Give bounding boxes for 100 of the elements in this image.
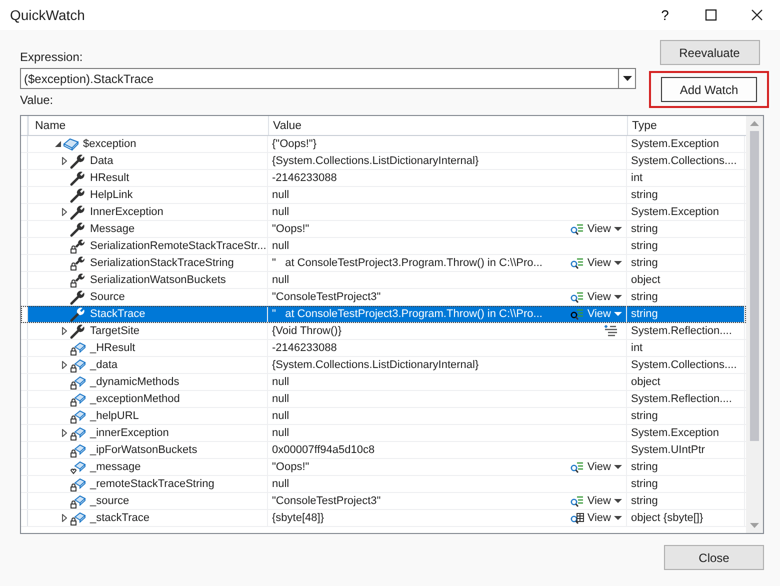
variable-name: Source (90, 290, 125, 304)
field-icon (70, 460, 86, 474)
selected-row[interactable]: StackTrace " at ConsoleTestProject3.Program.Throw() in C:\\Pro... View string (21, 306, 746, 323)
text-visualizer-icon (570, 462, 584, 472)
variable-value: null (272, 375, 290, 389)
variable-value: null (272, 205, 290, 219)
variable-type: string (631, 409, 658, 423)
variable-type: System.Reflection.... (631, 324, 732, 338)
expand-arrow-icon[interactable] (62, 157, 67, 165)
variable-name: SerializationWatsonBuckets (90, 273, 226, 287)
variable-name: HResult (90, 171, 130, 185)
maximize-icon (705, 9, 717, 21)
dropdown-caret-icon (614, 227, 622, 231)
variable-value: {System.Collections.ListDictionaryInternal} (272, 358, 479, 372)
text-visualizer-icon (570, 308, 584, 320)
dropdown-caret-icon (614, 516, 622, 520)
variable-type: object (631, 273, 660, 287)
variable-value: null (272, 188, 290, 202)
variable-value: -2146233088 (272, 171, 337, 185)
collapse-arrow-icon[interactable] (54, 141, 60, 147)
variable-name: $exception (83, 137, 136, 151)
locked-field-icon (70, 408, 86, 424)
locked-field-icon (70, 340, 86, 356)
locked-wrench-icon (70, 256, 85, 270)
expand-arrow-icon[interactable] (62, 514, 67, 522)
view-button[interactable]: View (570, 511, 622, 525)
view-button[interactable]: View (570, 222, 622, 236)
object-icon (63, 137, 79, 151)
expand-arrow-icon[interactable] (62, 361, 67, 369)
view-button[interactable]: View (570, 290, 622, 304)
variable-type: string (631, 222, 658, 236)
dropdown-caret-icon (614, 465, 622, 469)
column-header[interactable]: Name (28, 116, 268, 135)
variable-name: _dynamicMethods (90, 375, 180, 389)
wrench-icon (70, 306, 85, 322)
variable-value: {Void Throw()} (272, 324, 342, 338)
expand-arrow-icon[interactable] (62, 208, 67, 216)
wrench-icon (70, 188, 85, 202)
variable-name: _stackTrace (90, 511, 150, 525)
variable-name: HelpLink (90, 188, 133, 202)
variable-type: System.Exception (631, 426, 720, 440)
column-header[interactable]: Value (268, 116, 627, 135)
locked-field-icon (70, 510, 86, 526)
dropdown-caret-icon (614, 261, 622, 265)
expand-arrow-icon[interactable] (62, 327, 67, 335)
value-label: Value: (20, 92, 54, 109)
list-icon[interactable] (604, 325, 618, 337)
locked-wrench-icon (70, 272, 85, 288)
dropdown-caret-icon (614, 499, 622, 503)
variable-type: System.UIntPtr (631, 443, 705, 457)
close-icon (751, 9, 763, 21)
variable-name: InnerException (90, 205, 164, 219)
help-button[interactable]: ? (642, 0, 688, 30)
expression-combo-box[interactable]: ($exception).StackTrace (20, 68, 636, 89)
variable-name: _HResult (90, 341, 136, 355)
variable-type: string (631, 494, 658, 508)
variable-name: TargetSite (90, 324, 140, 338)
wrench-icon (70, 204, 85, 220)
view-button[interactable]: View (570, 494, 622, 508)
variable-type: System.Exception (631, 205, 720, 219)
variable-value: {sbyte[48]} (272, 511, 324, 525)
variable-value: null (272, 239, 290, 253)
close-dialog-button[interactable]: Close (664, 545, 764, 570)
locked-field-icon (70, 392, 86, 406)
variable-type: object (631, 375, 660, 389)
locked-wrench-icon (70, 238, 85, 254)
variable-name: _source (90, 494, 130, 508)
variable-type: string (631, 307, 658, 321)
variable-value: 0x00007ff94a5d10c8 (272, 443, 375, 457)
variable-value: "Oops!" (272, 460, 310, 474)
variable-name: _ipForWatsonBuckets (90, 443, 198, 457)
variable-value: null (272, 392, 290, 406)
reevaluate-button[interactable]: Reevaluate (660, 40, 760, 65)
expand-arrow-icon[interactable] (62, 429, 67, 437)
wrench-icon (70, 222, 85, 236)
variable-type: object {sbyte[]} (631, 511, 704, 525)
variable-value: -2146233088 (272, 341, 337, 355)
variable-name: _remoteStackTraceString (90, 477, 214, 491)
locked-field-icon (70, 494, 86, 508)
variable-type: string (631, 290, 658, 304)
variable-name: Data (90, 154, 114, 168)
add-watch-button[interactable]: Add Watch (661, 77, 757, 102)
dropdown-caret-icon (614, 295, 622, 299)
variable-type: int (631, 171, 643, 185)
view-button[interactable]: View (570, 307, 622, 321)
variable-type: System.Exception (631, 137, 720, 151)
view-button[interactable]: View (570, 460, 622, 474)
variable-value: null (272, 273, 290, 287)
variable-type: System.Reflection.... (631, 392, 732, 406)
variable-type: string (631, 188, 658, 202)
text-visualizer-icon (570, 258, 584, 268)
variable-value: " at ConsoleTestProject3.Program.Throw() in C:\\Pro... (272, 307, 542, 321)
variable-value: {System.Collections.ListDictionaryInternal} (272, 154, 479, 168)
dropdown-caret-icon (614, 312, 622, 316)
variable-value: "ConsoleTestProject3" (272, 494, 381, 508)
column-header[interactable]: Type (627, 116, 745, 135)
variable-type: System.Collections.... (631, 154, 737, 168)
view-button[interactable]: View (570, 256, 622, 270)
variable-name: _message (90, 460, 141, 474)
variable-name: SerializationStackTraceString (90, 256, 234, 270)
